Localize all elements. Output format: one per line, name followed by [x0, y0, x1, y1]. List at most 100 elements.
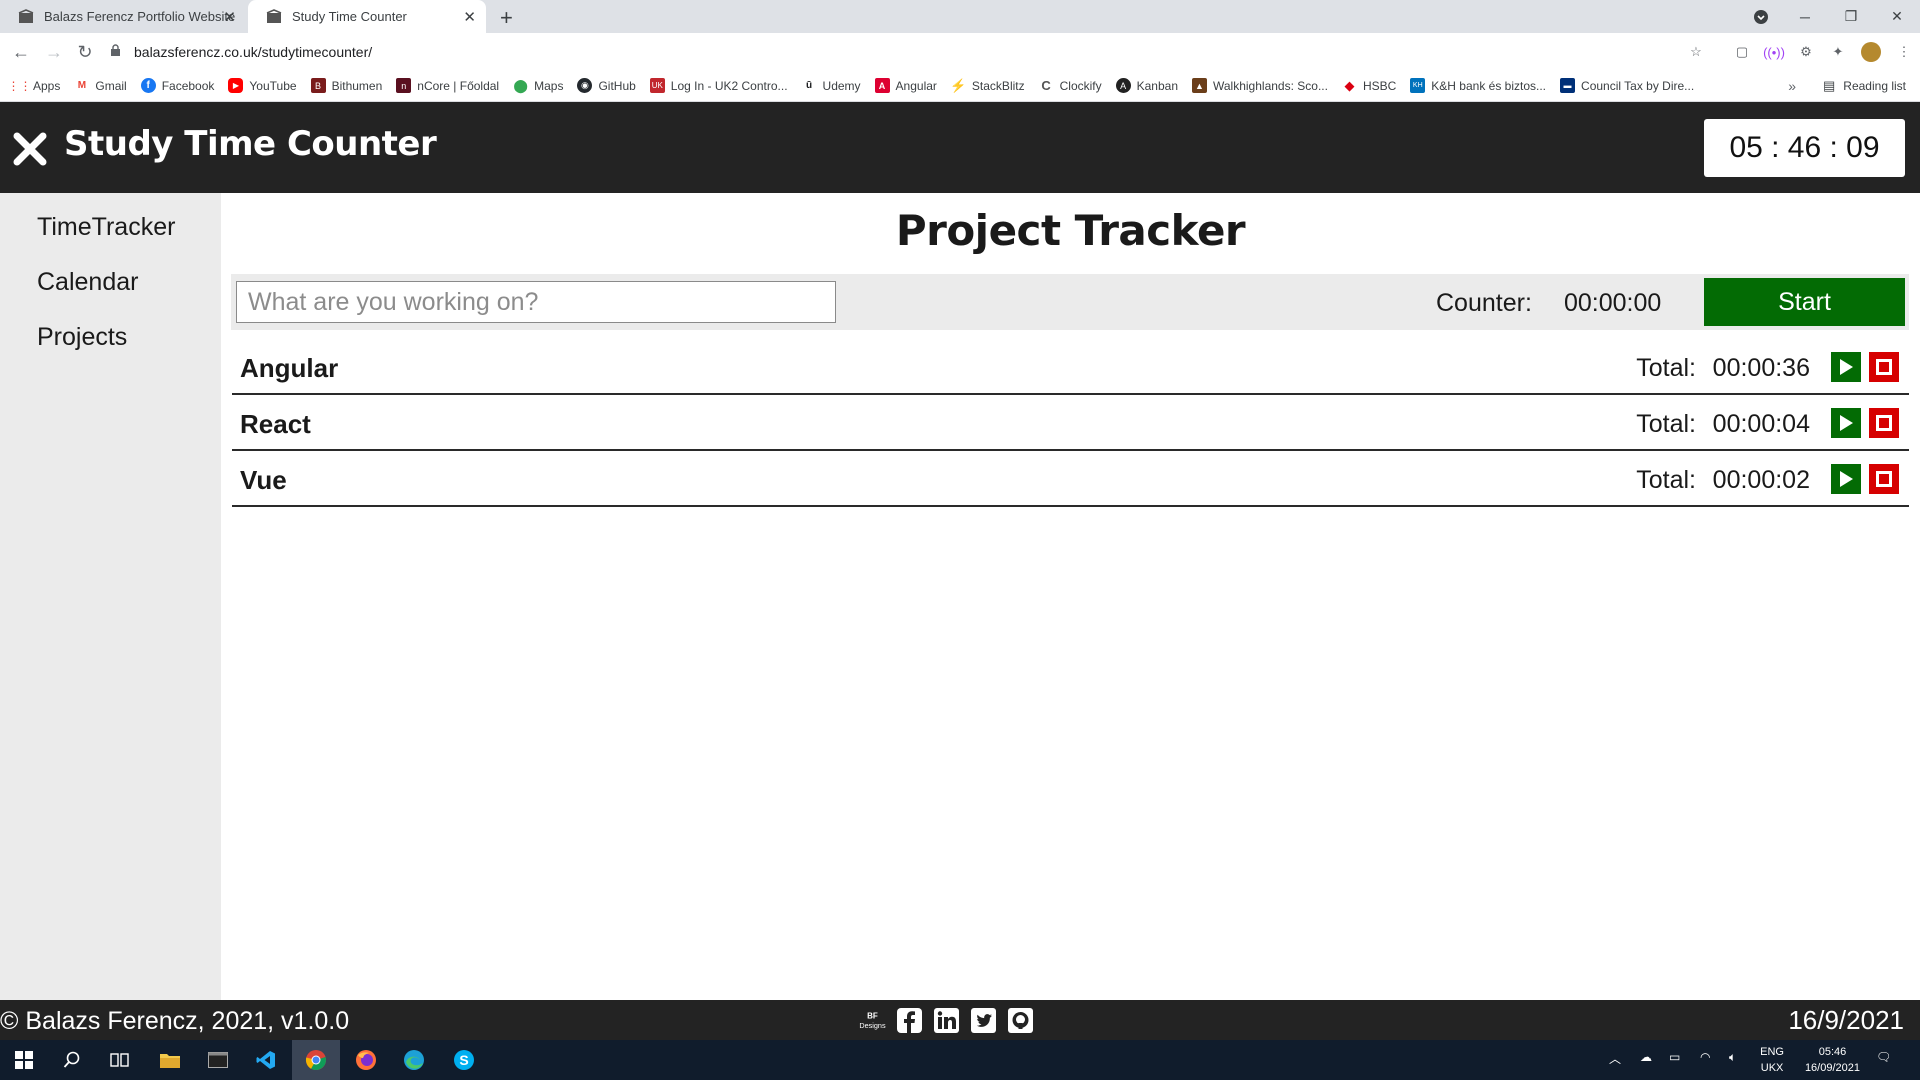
- bookmark-bithumen[interactable]: B Bithumen: [310, 78, 382, 93]
- more-bookmarks-chevron-icon[interactable]: »: [1788, 78, 1796, 94]
- close-tab-icon[interactable]: ✕: [223, 8, 236, 26]
- bf-designs-logo-icon[interactable]: BF Designs: [858, 1006, 887, 1035]
- terminal-icon[interactable]: [194, 1040, 242, 1080]
- linkedin-icon[interactable]: [932, 1006, 961, 1035]
- site-favicon-icon: [18, 8, 34, 25]
- footer-date: 16/9/2021: [1788, 1005, 1904, 1035]
- project-total-time: 00:00:36: [1712, 354, 1810, 382]
- bookmark-youtube[interactable]: ▶ YouTube: [228, 78, 297, 93]
- bookmark-uk2[interactable]: UK Log In - UK2 Contro...: [649, 78, 788, 93]
- play-project-button[interactable]: [1831, 408, 1861, 438]
- bookmark-walkhighlands[interactable]: ▲ Walkhighlands: Sco...: [1192, 78, 1328, 93]
- system-date: 16/09/2021: [1804, 1062, 1860, 1074]
- facebook-icon[interactable]: [895, 1006, 924, 1035]
- onedrive-cloud-icon[interactable]: ☁: [1640, 1050, 1652, 1064]
- play-project-button[interactable]: [1831, 352, 1861, 382]
- firefox-icon[interactable]: [342, 1040, 390, 1080]
- new-tab-icon[interactable]: +: [500, 5, 513, 31]
- system-clock[interactable]: 05:46 16/09/2021: [1805, 1044, 1860, 1076]
- stop-project-button[interactable]: [1869, 408, 1899, 438]
- bookmark-kanban[interactable]: A Kanban: [1115, 78, 1178, 93]
- app-header: Study Time Counter 05 : 46 : 09: [0, 102, 1920, 193]
- task-view-icon[interactable]: [96, 1040, 144, 1080]
- stop-project-button[interactable]: [1869, 464, 1899, 494]
- bookmark-label: Clockify: [1059, 78, 1102, 93]
- bookmark-gmail[interactable]: M Gmail: [74, 78, 127, 93]
- bookmark-angular[interactable]: A Angular: [874, 78, 937, 93]
- project-row: Angular Total: 00:00:36: [232, 339, 1909, 395]
- stop-icon: [1876, 359, 1892, 375]
- project-name: React: [240, 409, 311, 439]
- wifi-icon[interactable]: ◠: [1700, 1050, 1710, 1064]
- skype-icon[interactable]: S: [440, 1040, 488, 1080]
- edge-icon[interactable]: [390, 1040, 438, 1080]
- bookmark-star-icon[interactable]: ☆: [1687, 43, 1705, 61]
- bookmark-github[interactable]: ◉ GitHub: [577, 78, 636, 93]
- url-text: balazsferencz.co.uk/studytimecounter/: [134, 44, 373, 60]
- broadcast-extension-icon[interactable]: ((•)): [1763, 43, 1785, 61]
- kebab-menu-icon[interactable]: ⋮: [1895, 43, 1913, 61]
- bookmark-udemy[interactable]: ū Udemy: [802, 78, 861, 93]
- project-total-label: Total:: [1636, 354, 1696, 382]
- ncore-icon: n: [396, 78, 412, 93]
- council-icon: ▬: [1560, 78, 1576, 93]
- menu-close-icon[interactable]: [12, 131, 48, 167]
- bookmark-facebook[interactable]: f Facebook: [140, 78, 215, 93]
- back-arrow-icon[interactable]: ←: [9, 40, 33, 64]
- bookmark-hsbc[interactable]: ◆ HSBC: [1342, 78, 1396, 93]
- url-field[interactable]: balazsferencz.co.uk/studytimecounter/: [110, 38, 1710, 66]
- show-hidden-icons-chevron-icon[interactable]: ︿: [1609, 1050, 1621, 1067]
- copyright-text: © Balazs Ferencz, 2021, v1.0.0: [0, 1007, 350, 1035]
- window-close-icon[interactable]: ✕: [1874, 0, 1920, 33]
- bookmark-label: StackBlitz: [971, 78, 1025, 93]
- search-icon[interactable]: [48, 1040, 96, 1080]
- browser-tab-strip: Balazs Ferencz Portfolio Website ✕ Study…: [0, 0, 1920, 33]
- bookmark-clockify[interactable]: C Clockify: [1039, 78, 1102, 93]
- bookmark-apps[interactable]: ⋮⋮ Apps: [7, 78, 61, 93]
- stop-project-button[interactable]: [1869, 352, 1899, 382]
- volume-icon[interactable]: 🔈︎: [1729, 1050, 1736, 1065]
- file-explorer-icon[interactable]: [146, 1040, 194, 1080]
- extensions-puzzle-icon[interactable]: ✦: [1829, 43, 1847, 61]
- tab-search-icon[interactable]: [1738, 0, 1784, 33]
- bookmark-label: K&H bank és biztos...: [1431, 78, 1547, 93]
- sidebar-item-calendar[interactable]: Calendar: [37, 268, 138, 297]
- bookmark-stackblitz[interactable]: ⚡ StackBlitz: [950, 78, 1025, 93]
- project-name: Vue: [240, 465, 287, 495]
- reading-list[interactable]: ▤ Reading list: [1823, 78, 1906, 94]
- twitter-icon[interactable]: [969, 1006, 998, 1035]
- chrome-icon[interactable]: [292, 1040, 340, 1080]
- play-project-button[interactable]: [1831, 464, 1861, 494]
- minimize-icon[interactable]: ─: [1782, 0, 1828, 33]
- bookmark-label: Facebook: [161, 78, 215, 93]
- vscode-icon[interactable]: [242, 1040, 290, 1080]
- tab-study-time-counter[interactable]: Study Time Counter ✕: [248, 0, 486, 33]
- extension-icon[interactable]: ▢: [1733, 43, 1751, 61]
- restore-icon[interactable]: ❐: [1828, 0, 1874, 33]
- bookmark-council-tax[interactable]: ▬ Council Tax by Dire...: [1560, 78, 1694, 93]
- windows-start-icon[interactable]: [0, 1040, 48, 1080]
- github-icon: ◉: [577, 78, 593, 93]
- sidebar: TimeTracker Calendar Projects: [0, 193, 221, 1000]
- notifications-icon[interactable]: 🗨︎: [1876, 1050, 1891, 1064]
- reload-icon[interactable]: ↻: [73, 40, 97, 64]
- bookmark-label: HSBC: [1362, 78, 1397, 93]
- bookmark-maps[interactable]: ⬤ Maps: [513, 78, 563, 93]
- apps-grid-icon: ⋮⋮: [7, 78, 32, 93]
- task-description-input[interactable]: [236, 281, 836, 323]
- start-button[interactable]: Start: [1704, 278, 1905, 326]
- forward-arrow-icon[interactable]: →: [42, 40, 66, 64]
- sidebar-item-timetracker[interactable]: TimeTracker: [37, 213, 175, 242]
- github-icon[interactable]: [1006, 1006, 1035, 1035]
- avatar[interactable]: [1861, 42, 1881, 62]
- close-tab-icon[interactable]: ✕: [463, 8, 476, 26]
- language-indicator[interactable]: ENG UKX: [1760, 1044, 1784, 1076]
- extension-gear-icon[interactable]: ⚙: [1797, 43, 1815, 61]
- battery-icon[interactable]: ▭: [1669, 1050, 1680, 1064]
- bookmark-ncore[interactable]: n nCore | Főoldal: [396, 78, 499, 93]
- page-title: Project Tracker: [895, 206, 1246, 255]
- sidebar-item-projects[interactable]: Projects: [37, 323, 127, 352]
- tab-portfolio[interactable]: Balazs Ferencz Portfolio Website ✕: [0, 0, 246, 33]
- bookmark-kh[interactable]: KH K&H bank és biztos...: [1410, 78, 1546, 93]
- lock-icon: [110, 44, 124, 60]
